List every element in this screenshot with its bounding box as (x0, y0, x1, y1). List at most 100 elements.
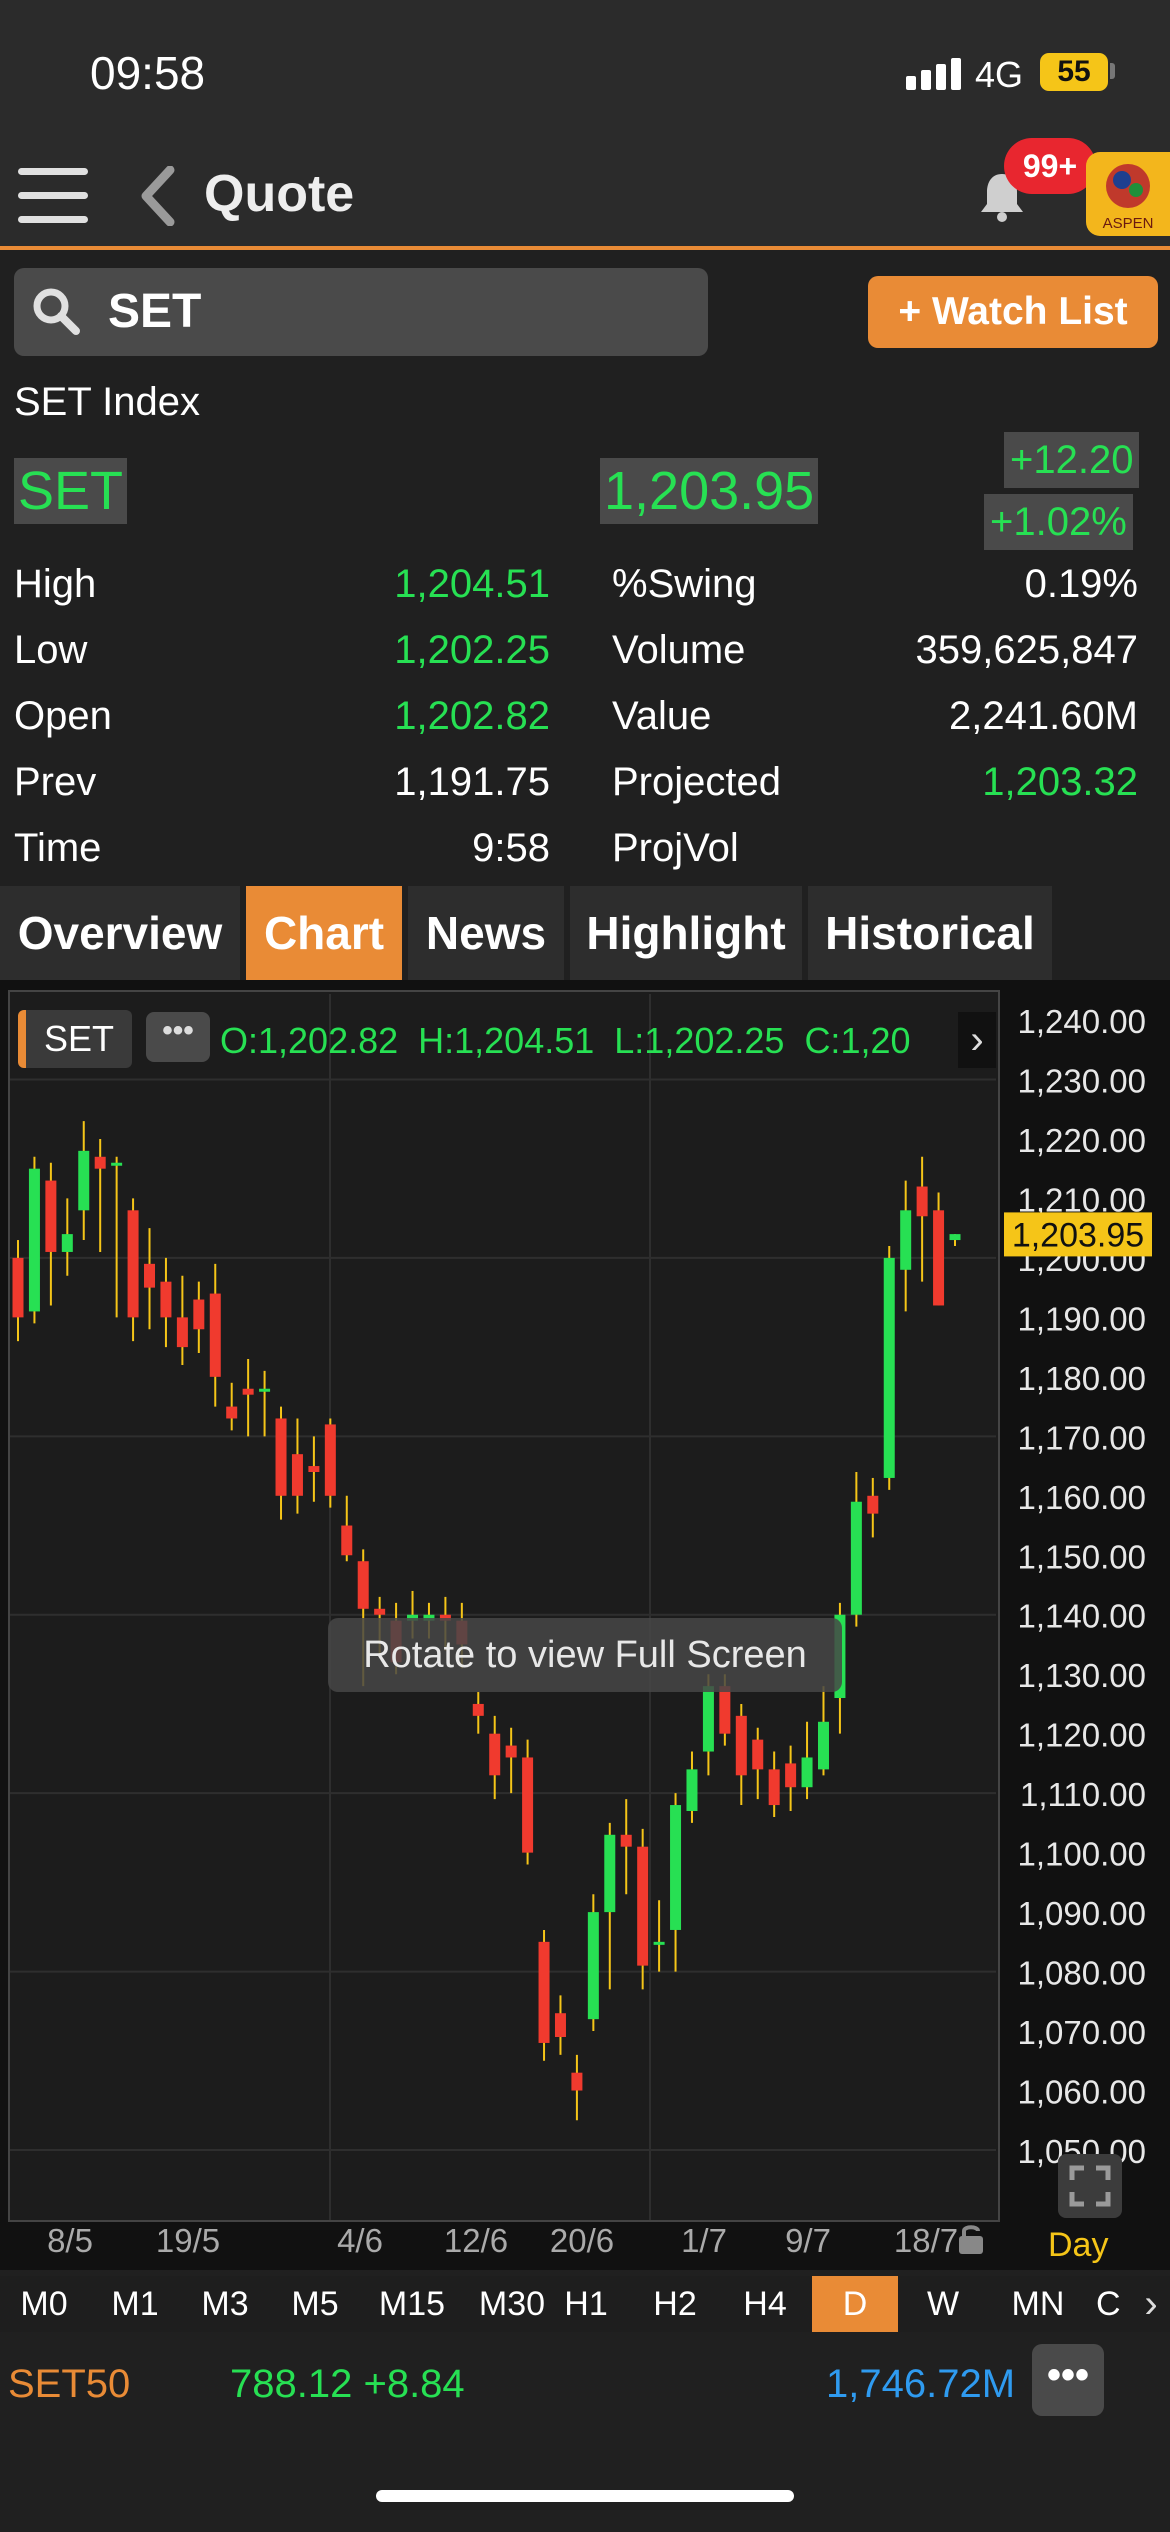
candle-body (489, 1733, 501, 1776)
y-tick-label: 1,130.00 (1018, 1657, 1146, 1694)
battery-icon: 55 (1040, 53, 1108, 91)
notification-badge: 99+ (1004, 138, 1096, 194)
y-tick-label: 1,100.00 (1018, 1836, 1146, 1873)
chart-grid (10, 994, 996, 2220)
lock-icon[interactable] (956, 2222, 986, 2256)
tab-historical[interactable]: Historical (808, 886, 1052, 980)
candle-body (522, 1757, 534, 1853)
chart-options-button[interactable]: ••• (146, 1012, 210, 1062)
timeframe-h4[interactable]: H4 (722, 2276, 808, 2332)
candle-body (78, 1150, 90, 1211)
timeframe-h1[interactable]: H1 (544, 2276, 628, 2332)
candle-body (949, 1234, 961, 1241)
candle-body (867, 1495, 879, 1514)
value-label: Value (612, 694, 712, 738)
candle-body (226, 1406, 238, 1419)
y-tick-label: 1,140.00 (1018, 1598, 1146, 1635)
timeframe-m3[interactable]: M3 (180, 2276, 270, 2332)
candle-body (209, 1293, 221, 1377)
timeframe-d[interactable]: D (812, 2276, 898, 2332)
projected-label: Projected (612, 760, 781, 804)
ticker-symbol[interactable]: SET50 (8, 2362, 130, 2407)
candle-body (933, 1210, 945, 1306)
timeframe-w[interactable]: W (900, 2276, 986, 2332)
timeframe-h2[interactable]: H2 (632, 2276, 718, 2332)
aspen-logo[interactable]: ASPEN (1086, 152, 1170, 236)
candle-body (571, 2072, 583, 2091)
add-watch-list-button[interactable]: + Watch List (868, 276, 1158, 348)
x-tick-label: 4/6 (337, 2222, 383, 2259)
candle-body (817, 1721, 829, 1770)
candle-body (291, 1454, 303, 1496)
timeframe-m15[interactable]: M15 (360, 2276, 464, 2332)
candle-body (719, 1686, 731, 1734)
last-price-tag: 1,203.95 (1004, 1212, 1152, 1257)
candle-body (94, 1156, 106, 1169)
volume-value: 359,625,847 (915, 628, 1138, 672)
candle-body (341, 1525, 353, 1556)
timeframe-next-chevron-icon[interactable]: › (1132, 2276, 1170, 2332)
candle-body (670, 1805, 682, 1930)
status-time: 09:58 (90, 47, 206, 99)
candle-body (735, 1715, 747, 1776)
tab-news[interactable]: News (408, 886, 564, 980)
search-icon[interactable] (28, 283, 84, 339)
fullscreen-icon[interactable] (1058, 2154, 1122, 2218)
candle-body (144, 1263, 156, 1288)
y-tick-label: 1,120.00 (1018, 1717, 1146, 1754)
back-chevron-icon[interactable] (138, 166, 176, 226)
prev-label: Prev (14, 760, 97, 804)
menu-icon[interactable] (18, 168, 88, 228)
time-value: 9:58 (472, 826, 550, 870)
candle-body (637, 1846, 649, 1966)
timeframe-m1[interactable]: M1 (90, 2276, 180, 2332)
quote-symbol: SET (14, 458, 128, 524)
quote-tabs: Overview Chart News Highlight Historical (0, 886, 1170, 980)
projvol-label: ProjVol (612, 826, 739, 870)
x-tick-label: 18/7 (894, 2222, 958, 2259)
value-value: 2,241.60M (948, 694, 1138, 738)
chart-symbol[interactable]: SET (18, 1010, 132, 1068)
high-value: 1,204.51 (394, 562, 550, 606)
projected-value: 1,203.32 (982, 760, 1138, 804)
candle-body (472, 1703, 484, 1716)
candle-body (916, 1186, 928, 1217)
chevron-right-icon[interactable]: › (958, 1012, 996, 1068)
logo-text: ASPEN (1103, 215, 1154, 232)
candle-body (620, 1834, 632, 1847)
candle-body (324, 1424, 336, 1496)
timeframe-m0[interactable]: M0 (0, 2276, 88, 2332)
candle-body (12, 1257, 24, 1318)
y-tick-label: 1,070.00 (1018, 2014, 1146, 2051)
swing-value: 0.19% (1024, 562, 1138, 606)
more-options-button[interactable]: ••• (1032, 2344, 1104, 2416)
index-name: SET Index (14, 380, 201, 424)
ticker-volume: 1,746.72M (826, 2362, 1016, 2406)
candle-body (308, 1466, 320, 1472)
candle-body (850, 1501, 862, 1615)
x-tick-label: 1/7 (681, 2222, 727, 2259)
candle-body (357, 1561, 369, 1609)
candle-body (785, 1763, 797, 1788)
price-tag-label: 1,203.95 (1012, 1216, 1144, 1254)
x-tick-label: 12/6 (444, 2222, 508, 2259)
period-label[interactable]: Day (1048, 2226, 1108, 2265)
search-input[interactable]: SET (108, 284, 201, 339)
candle-body (275, 1418, 287, 1496)
timeframe-m5[interactable]: M5 (270, 2276, 360, 2332)
candle-body (900, 1210, 912, 1270)
candle-body (127, 1210, 139, 1318)
tab-highlight[interactable]: Highlight (570, 886, 802, 980)
x-tick-label: 19/5 (156, 2222, 220, 2259)
tab-overview[interactable]: Overview (0, 886, 240, 980)
network-type: 4G (975, 54, 1024, 95)
y-tick-label: 1,110.00 (1020, 1776, 1146, 1813)
candle-body (176, 1317, 188, 1348)
low-value: 1,202.25 (394, 628, 550, 672)
tab-chart[interactable]: Chart (246, 886, 402, 980)
candle-body (28, 1168, 40, 1312)
timeframe-c[interactable]: C (1096, 2276, 1136, 2332)
signal-icon (906, 58, 966, 90)
x-tick-label: 20/6 (550, 2222, 614, 2259)
timeframe-mn[interactable]: MN (990, 2276, 1086, 2332)
